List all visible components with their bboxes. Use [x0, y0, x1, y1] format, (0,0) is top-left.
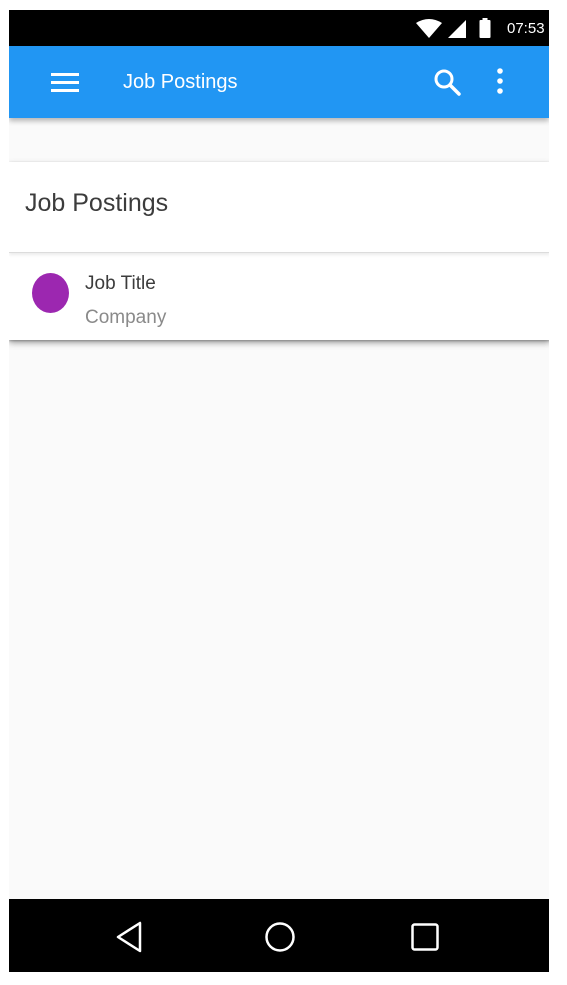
home-icon — [264, 922, 296, 957]
app-bar: Job Postings — [9, 46, 549, 118]
recents-icon — [410, 923, 440, 956]
card-header: Job Postings — [9, 162, 549, 253]
status-time: 07:53 — [507, 20, 545, 37]
wifi-icon — [416, 19, 442, 44]
back-button[interactable] — [114, 920, 146, 954]
recents-button[interactable] — [410, 922, 440, 952]
job-title: Job Title — [85, 273, 156, 294]
search-icon — [431, 69, 465, 104]
menu-button[interactable] — [45, 68, 85, 96]
signal-icon — [447, 19, 467, 44]
navigation-bar — [9, 899, 549, 972]
back-icon — [114, 921, 146, 958]
home-button[interactable] — [264, 921, 296, 953]
company-name: Company — [85, 307, 167, 328]
avatar — [32, 273, 69, 313]
more-options-button[interactable] — [489, 66, 511, 100]
battery-icon — [479, 18, 491, 43]
card-title: Job Postings — [25, 189, 169, 217]
job-list-item[interactable]: Job Title Company — [9, 253, 549, 340]
more-vert-icon — [489, 68, 511, 104]
search-button[interactable] — [431, 66, 465, 100]
status-bar: 07:53 — [9, 10, 549, 46]
phone-screen: 07:53 Job Postings Job Postings Job Titl… — [9, 10, 549, 972]
job-postings-card: Job Postings Job Title Company — [9, 162, 549, 340]
app-bar-title: Job Postings — [123, 71, 238, 93]
menu-icon — [45, 73, 85, 100]
